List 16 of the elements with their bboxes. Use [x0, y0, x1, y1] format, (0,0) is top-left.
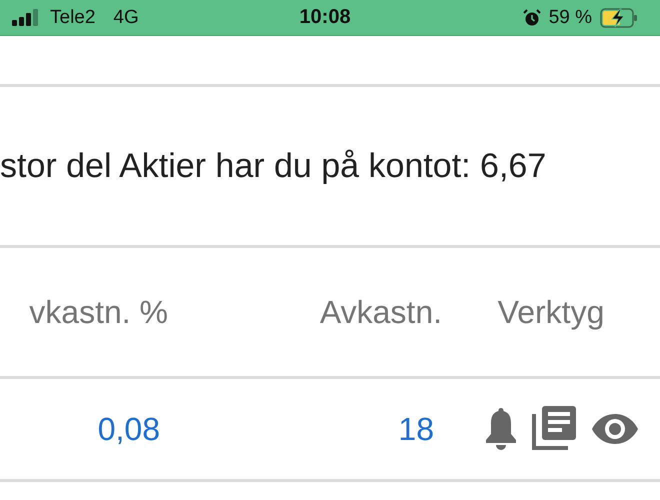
column-header: Avkastn.	[320, 294, 442, 330]
alarm-clock-icon	[522, 8, 541, 26]
table-cell: 18	[398, 410, 434, 446]
clock-time: 10:08	[299, 6, 351, 29]
library-icon[interactable]	[532, 406, 578, 452]
carrier-name: Tele2	[50, 6, 96, 28]
eye-icon[interactable]	[592, 414, 638, 444]
summary-text: stor del Aktier har du på kontot: 6,67	[0, 146, 546, 186]
bell-icon[interactable]	[484, 406, 518, 452]
column-header: Verktyg	[498, 294, 604, 330]
table-cell: 0,08	[98, 410, 160, 446]
battery-percent: 59 %	[548, 6, 592, 28]
signal-icon	[12, 9, 40, 26]
battery-charging-icon	[600, 8, 638, 28]
column-header: vkastn. %	[29, 294, 168, 330]
network-type: 4G	[113, 6, 139, 28]
